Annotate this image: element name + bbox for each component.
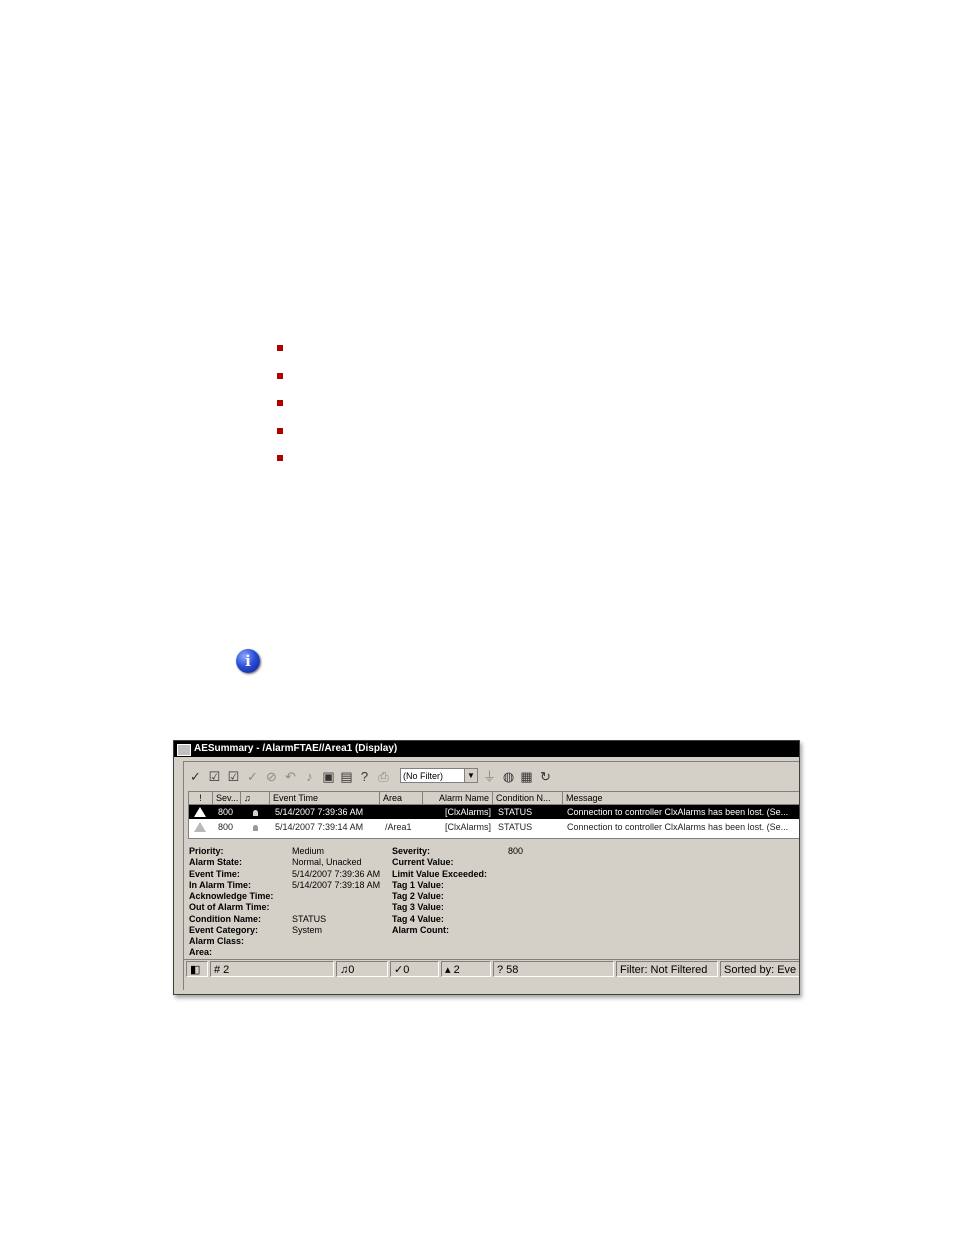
bullet-marker <box>277 345 283 351</box>
column-header-event-time[interactable]: Event Time <box>270 792 380 804</box>
bell-icon: ♫ <box>340 964 349 976</box>
summary-panel: ✓ ☑ ☑ ✓ ⊘ ↶ ♪ ▣ ▤ ? ⎙ (No Filter) ▼ ⏚ ◍ … <box>183 761 799 990</box>
table-row[interactable]: 800 5/14/2007 7:39:14 AM /Area1 [ClxAlar… <box>189 820 799 834</box>
detail-value: 5/14/2007 7:39:36 AM <box>292 869 381 879</box>
column-header-bell[interactable]: ♫ <box>241 792 270 804</box>
column-header-condition-name[interactable]: Condition N... <box>493 792 563 804</box>
detail-value: 800 <box>508 846 524 856</box>
status-panel-filter: Filter: Not Filtered <box>616 961 718 977</box>
speaker-icon: ◧ <box>190 964 201 976</box>
filter-funnel-icon[interactable]: ⏚ <box>482 769 497 784</box>
detail-value: STATUS <box>292 914 327 924</box>
detail-label: Alarm State: <box>189 857 243 867</box>
table-row[interactable]: 800 5/14/2007 7:39:36 AM [ClxAlarms] STA… <box>189 805 799 819</box>
detail-label: Alarm Count: <box>392 925 449 935</box>
acknowledge-page-icon[interactable]: ☑ <box>207 769 222 784</box>
title-bar[interactable]: AESummary - /AlarmFTAE//Area1 (Display) <box>174 741 799 757</box>
detail-value: Medium <box>292 846 325 856</box>
warning-icon <box>194 807 206 817</box>
properties-icon[interactable]: ▤ <box>339 769 354 784</box>
detail-label: Tag 3 Value: <box>392 902 444 912</box>
column-header-area[interactable]: Area <box>380 792 423 804</box>
status-panel-acked: ✓0 <box>390 961 439 977</box>
chevron-down-icon[interactable]: ▼ <box>464 769 477 782</box>
detail-value: 5/14/2007 7:39:18 AM <box>292 880 381 890</box>
bullet-marker <box>277 455 283 461</box>
refresh-icon[interactable]: ↻ <box>538 769 553 784</box>
filter-value: (No Filter) <box>403 771 443 781</box>
app-icon <box>177 744 191 756</box>
event-list: ! Sev... ♫ Event Time Area Alarm Name Co… <box>188 791 799 839</box>
column-header-message[interactable]: Message <box>563 792 799 804</box>
detail-label: In Alarm Time: <box>189 880 252 890</box>
detail-label: Alarm Class: <box>189 936 245 946</box>
acknowledge-all-icon[interactable]: ☑ <box>226 769 241 784</box>
detail-value: Normal, Unacked <box>292 857 362 867</box>
column-header-alarm-name[interactable]: Alarm Name <box>423 792 493 804</box>
bullet-marker <box>277 428 283 434</box>
status-bar: ◧ # 2 ♫0 ✓0 ▴ 2 ? 58 Filter: Not Filtere… <box>184 959 799 978</box>
help-icon[interactable]: ? <box>357 769 372 784</box>
warning-icon <box>194 822 206 832</box>
detail-label: Tag 4 Value: <box>392 914 444 924</box>
bell-icon <box>253 810 258 816</box>
alarm-bell-icon: ▴ <box>445 964 454 976</box>
status-panel-in-alarm: ♫0 <box>336 961 388 977</box>
acknowledge-icon[interactable]: ✓ <box>188 769 203 784</box>
info-icon: i <box>236 649 260 673</box>
status-panel-sorted: Sorted by: Eve <box>720 961 799 977</box>
status-panel-unacked: ▴ 2 <box>441 961 491 977</box>
suppress-icon[interactable]: ⊘ <box>264 769 279 784</box>
detail-label: Event Time: <box>189 869 240 879</box>
column-header-priority[interactable]: ! <box>189 792 213 804</box>
detail-label: Severity: <box>392 846 431 856</box>
column-header-severity[interactable]: Sev... <box>213 792 241 804</box>
detail-label: Limit Value Exceeded: <box>392 869 488 879</box>
globe-icon[interactable]: ◍ <box>501 769 516 784</box>
show-details-icon[interactable]: ▣ <box>321 769 336 784</box>
status-panel-mode[interactable]: ◧ <box>186 961 208 977</box>
aesummary-window: AESummary - /AlarmFTAE//Area1 (Display) … <box>173 740 800 995</box>
detail-label: Out of Alarm Time: <box>189 902 270 912</box>
print-icon[interactable]: ⎙ <box>376 769 391 784</box>
detail-label: Tag 2 Value: <box>392 891 444 901</box>
silence-icon[interactable]: ♪ <box>302 769 317 784</box>
check-icon: ✓ <box>394 964 404 976</box>
bell-icon: ♫ <box>244 793 251 803</box>
detail-label: Current Value: <box>392 857 454 867</box>
status-panel-unknown: ? 58 <box>493 961 614 977</box>
status-panel-count: # 2 <box>210 961 334 977</box>
bullet-marker <box>277 400 283 406</box>
detail-label: Condition Name: <box>189 914 261 924</box>
toolbar: ✓ ☑ ☑ ✓ ⊘ ↶ ♪ ▣ ▤ ? ⎙ (No Filter) ▼ ⏚ ◍ … <box>184 762 799 790</box>
detail-label: Acknowledge Time: <box>189 891 274 901</box>
detail-label: Tag 1 Value: <box>392 880 444 890</box>
bell-icon <box>253 825 258 831</box>
detail-label: Area: <box>189 947 213 957</box>
filter-select[interactable]: (No Filter) ▼ <box>400 768 478 783</box>
event-details-pane: Priority: Medium Alarm State: Normal, Un… <box>188 844 799 958</box>
bullet-marker <box>277 373 283 379</box>
event-list-header: ! Sev... ♫ Event Time Area Alarm Name Co… <box>189 792 799 805</box>
log-icon[interactable]: ▦ <box>519 769 534 784</box>
detail-label: Event Category: <box>189 925 259 935</box>
window-title: AESummary - /AlarmFTAE//Area1 (Display) <box>194 743 398 754</box>
detail-label: Priority: <box>189 846 224 856</box>
undo-icon[interactable]: ↶ <box>283 769 298 784</box>
acknowledge-with-comment-icon[interactable]: ✓ <box>245 769 260 784</box>
detail-value: System <box>292 925 323 935</box>
